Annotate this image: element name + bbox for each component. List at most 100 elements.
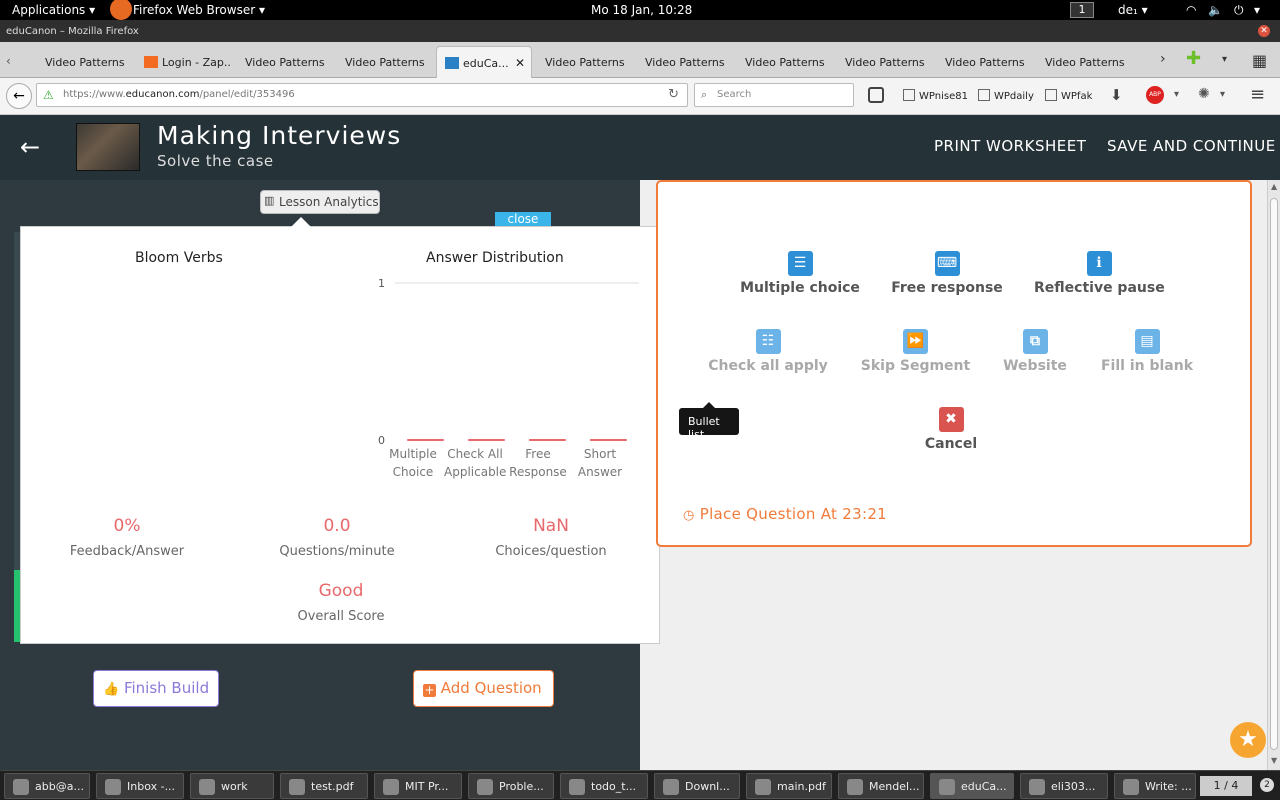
scroll-up-icon[interactable]: ▲ — [1271, 182, 1277, 191]
lesson-subtitle: Solve the case — [157, 152, 274, 170]
url-bar[interactable]: ⚠ https://www.educanon.com/panel/edit/35… — [36, 83, 688, 107]
taskbar-item[interactable]: Mendel... — [838, 773, 924, 799]
multiple-choice-option[interactable]: ☰ Multiple choice — [740, 251, 860, 296]
workspace-pager[interactable]: 1 / 4 — [1200, 776, 1252, 796]
adblock-menu-icon[interactable]: ▾ — [1174, 89, 1179, 100]
workspace-indicator[interactable]: 1 — [1070, 2, 1094, 18]
taskbar-item[interactable]: eli303... — [1020, 773, 1108, 799]
thumbs-up-icon: 👍 — [103, 682, 120, 697]
tab-list-icon[interactable]: ▾ — [1222, 54, 1227, 65]
cancel-option[interactable]: ✖ Cancel — [916, 407, 986, 452]
icon-glyph: ✖ — [945, 411, 957, 427]
chart-bar[interactable] — [529, 439, 566, 441]
extension-menu-icon[interactable]: ▾ — [1220, 89, 1225, 100]
chart-bar[interactable] — [468, 439, 505, 441]
download-icon[interactable]: ⬇ — [1110, 86, 1123, 104]
tab-video-patterns[interactable]: Video Patterns — [536, 46, 632, 78]
tab-label: eduCa... — [463, 57, 509, 70]
new-tab-icon[interactable]: ✚ — [1186, 48, 1201, 69]
fast-forward-icon: ⏩ — [903, 329, 928, 354]
scroll-down-icon[interactable]: ▼ — [1271, 756, 1277, 765]
taskbar-item[interactable]: test.pdf — [280, 773, 368, 799]
chevron-down-icon[interactable]: ▾ — [1254, 3, 1260, 17]
adblock-icon[interactable]: ABP — [1146, 86, 1164, 104]
taskbar-item[interactable]: abb@a... — [4, 773, 90, 799]
chart-bar[interactable] — [407, 439, 444, 441]
scrollbar[interactable]: ▲ ▼ — [1267, 180, 1280, 770]
taskbar-item[interactable]: main.pdf — [746, 773, 832, 799]
category-label: Multiple Choice — [382, 445, 444, 481]
category-line: Choice — [392, 465, 434, 479]
tabs-scroll-left-icon[interactable]: ‹ — [6, 54, 11, 68]
reload-icon[interactable]: ↻ — [668, 87, 679, 102]
taskbar-item[interactable]: Inbox -... — [96, 773, 184, 799]
keyboard-layout[interactable]: de₁ ▾ — [1118, 3, 1148, 17]
option-label: Website — [1003, 358, 1067, 374]
lesson-title: Making Interviews — [157, 121, 402, 150]
window-close-icon[interactable]: ✕ — [1258, 25, 1270, 37]
bookmark-wpnise81[interactable]: WPnise81 — [903, 89, 968, 102]
site-info-icon[interactable]: ⚠ — [43, 88, 54, 102]
hamburger-menu-icon[interactable]: ≡ — [1250, 84, 1265, 105]
chart-bar[interactable] — [590, 439, 627, 441]
tabs-scroll-right-icon[interactable]: › — [1160, 51, 1166, 67]
tab-video-patterns[interactable]: Video Patterns — [236, 46, 332, 78]
check-all-apply-option[interactable]: ☷ Check all apply — [707, 329, 829, 374]
scrollbar-thumb[interactable] — [1270, 198, 1278, 750]
tab-video-patterns[interactable]: Video Patterns — [736, 46, 832, 78]
taskbar: abb@a... Inbox -... work test.pdf MIT Pr… — [0, 770, 1280, 800]
notification-count-icon[interactable]: 2 — [1260, 778, 1274, 792]
volume-icon[interactable]: 🔈 — [1208, 3, 1223, 17]
taskbar-item-active[interactable]: eduCa... — [930, 773, 1014, 799]
applications-menu[interactable]: Applications ▾ — [12, 3, 95, 17]
video-thumbnail — [76, 123, 140, 171]
tab-login-zap[interactable]: Login - Zap... — [136, 46, 232, 78]
place-question-link[interactable]: ◷ Place Question At 23:21 — [683, 505, 887, 523]
taskbar-item[interactable]: Proble... — [468, 773, 554, 799]
print-worksheet-button[interactable]: PRINT WORKSHEET — [934, 137, 1086, 155]
analytics-popup: Bloom Verbs Answer Distribution 01 Multi… — [20, 217, 660, 644]
free-response-option[interactable]: ⌨ Free response — [887, 251, 1007, 296]
back-arrow-icon[interactable]: ← — [20, 133, 40, 161]
tab-video-patterns[interactable]: Video Patterns — [936, 46, 1032, 78]
add-question-button[interactable]: + Add Question — [413, 670, 554, 707]
skip-segment-option[interactable]: ⏩ Skip Segment — [858, 329, 973, 374]
taskbar-item[interactable]: todo_t... — [560, 773, 648, 799]
finish-build-button[interactable]: 👍 Finish Build — [93, 670, 219, 707]
y-tick-label: 1 — [378, 277, 385, 290]
pocket-icon[interactable] — [868, 87, 884, 103]
taskbar-item[interactable]: work — [190, 773, 274, 799]
lesson-analytics-button[interactable]: ▥ Lesson Analytics — [260, 190, 380, 214]
tab-educanon[interactable]: eduCa... ✕ — [436, 46, 532, 78]
tab-label: Video Patterns — [645, 56, 725, 69]
wifi-icon[interactable]: ◠ — [1186, 3, 1196, 17]
clock[interactable]: Mo 18 Jan, 10:28 — [591, 3, 692, 17]
star-icon[interactable]: ★ — [1230, 722, 1266, 758]
browser-menu[interactable]: Firefox Web Browser ▾ — [133, 3, 265, 17]
back-icon[interactable]: ← — [6, 83, 32, 109]
taskbar-item[interactable]: Downl... — [654, 773, 740, 799]
reflective-pause-option[interactable]: ℹ Reflective pause — [1034, 251, 1165, 296]
tab-video-patterns[interactable]: Video Patterns — [636, 46, 732, 78]
tab-video-patterns[interactable]: Video Patterns — [836, 46, 932, 78]
grid-icon[interactable]: ▦ — [1252, 51, 1267, 70]
website-option[interactable]: ⧉ Website — [1000, 329, 1070, 374]
power-icon[interactable]: ⏻ — [1234, 3, 1244, 18]
tab-close-icon[interactable]: ✕ — [515, 56, 525, 70]
taskbar-item[interactable]: MIT Pr... — [374, 773, 462, 799]
firefox-icon — [110, 0, 132, 20]
bookmark-wpdaily[interactable]: WPdaily — [978, 89, 1034, 102]
option-label: Fill in blank — [1100, 358, 1194, 374]
extension-icon[interactable]: ✺ — [1198, 86, 1210, 102]
taskbar-item[interactable]: Write: ... — [1114, 773, 1196, 799]
tab-video-patterns[interactable]: Video Patterns — [336, 46, 432, 78]
save-and-continue-button[interactable]: SAVE AND CONTINUE — [1107, 137, 1276, 155]
metric-choices-value: NaN — [533, 516, 569, 536]
tab-video-patterns[interactable]: Video Patterns — [36, 46, 132, 78]
tab-video-patterns[interactable]: Video Patterns — [1036, 46, 1132, 78]
browser-menu-label: Firefox Web Browser — [133, 3, 256, 17]
fill-in-blank-option[interactable]: ▤ Fill in blank — [1097, 329, 1197, 374]
search-input[interactable]: ⌕ Search — [694, 83, 854, 107]
bookmark-wpfak[interactable]: WPfak — [1045, 89, 1092, 102]
tab-label: Video Patterns — [45, 56, 125, 69]
